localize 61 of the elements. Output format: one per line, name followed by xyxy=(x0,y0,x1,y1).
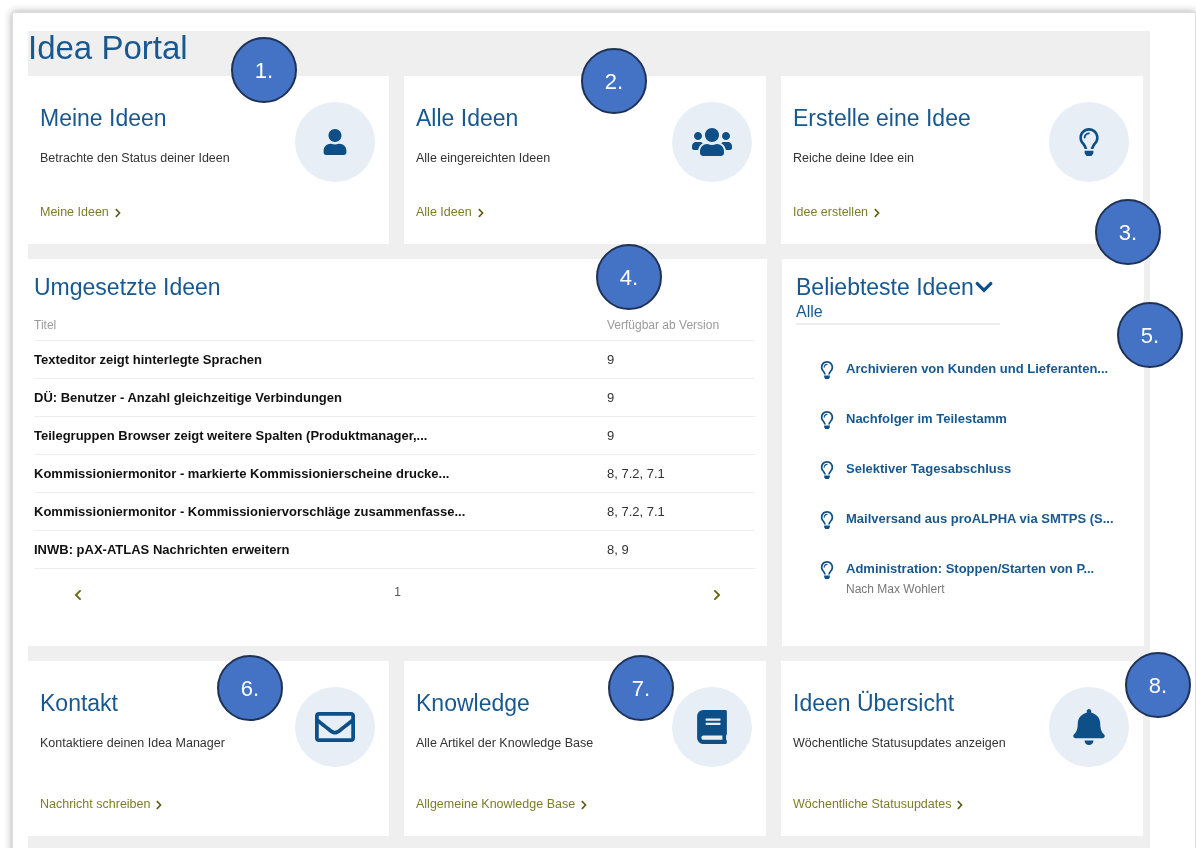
lightbulb-icon xyxy=(818,560,836,579)
card-title: Meine Ideen xyxy=(40,104,168,133)
next-page-icon[interactable] xyxy=(711,588,723,601)
chevron-right-icon xyxy=(475,207,486,218)
idea-link[interactable]: Archivieren von Kunden und Lieferanten... xyxy=(846,358,1109,379)
chevron-right-icon xyxy=(112,207,123,218)
idea-author: Nach Max Wohlert xyxy=(846,581,946,599)
version-number: 9 xyxy=(607,388,615,407)
idea-link[interactable]: Administration: Stoppen/Starten von P... xyxy=(846,558,1095,579)
idea-title: Texteditor zeigt hinterlegte Sprachen xyxy=(34,350,264,369)
panel-title: Umgesetzte Ideen xyxy=(34,273,221,302)
version-number: 9 xyxy=(607,350,615,369)
table-row[interactable]: Kommissioniermonitor - Kommissioniervorschläge zusammenfasse... 8, 7.2, 7.1 xyxy=(34,492,755,531)
user-icon xyxy=(322,129,348,155)
lightbulb-icon xyxy=(818,510,836,529)
table-row[interactable]: INWB: pAX-ATLAS Nachrichten erweitern 8, 9 xyxy=(34,530,755,569)
idea-link[interactable]: Selektiver Tagesabschluss xyxy=(846,458,1012,479)
card-link[interactable]: Allgemeine Knowledge Base xyxy=(416,795,590,814)
book-icon xyxy=(695,710,729,744)
card-description: Betrachte den Status deiner Ideen xyxy=(40,149,230,167)
card-description: Alle Artikel der Knowledge Base xyxy=(416,734,594,752)
card-title: Alle Ideen xyxy=(416,104,520,133)
card-link[interactable]: Alle Ideen xyxy=(416,203,486,222)
filter-dropdown[interactable]: Alle xyxy=(796,301,1000,325)
card-title: Kontakt xyxy=(40,689,119,718)
previous-page-icon[interactable] xyxy=(72,588,84,601)
bell-icon xyxy=(1071,709,1107,745)
column-header: Verfügbar ab Version xyxy=(607,316,720,334)
card-description: Alle eingereichten Ideen xyxy=(416,149,551,167)
version-number: 8, 9 xyxy=(607,540,629,559)
version-number: 8, 7.2, 7.1 xyxy=(607,502,665,521)
card-title: Knowledge xyxy=(416,689,531,718)
lightbulb-icon xyxy=(818,410,836,429)
table-row[interactable]: DÜ: Benutzer - Anzahl gleichzeitige Verbindungen 9 xyxy=(34,378,755,417)
panel-title: Beliebteste Ideen xyxy=(796,273,974,302)
card-title: Ideen Übersicht xyxy=(793,689,956,718)
card-title: Erstelle eine Idee xyxy=(793,104,971,133)
table-row[interactable]: Texteditor zeigt hinterlegte Sprachen 9 xyxy=(34,340,755,379)
lightbulb-icon xyxy=(818,460,836,479)
page-title: Idea Portal xyxy=(28,28,189,64)
idea-link[interactable]: Mailversand aus proALPHA via SMTPS (S... xyxy=(846,508,1114,529)
column-header: Titel xyxy=(34,316,58,334)
card-link[interactable]: Nachricht schreiben xyxy=(40,795,165,814)
version-number: 8, 7.2, 7.1 xyxy=(607,464,665,483)
table-row[interactable]: Kommissioniermonitor - markierte Kommissionierscheine drucke... 8, 7.2, 7.1 xyxy=(34,454,755,493)
version-number: 9 xyxy=(607,426,615,445)
idea-title: Teilegruppen Browser zeigt weitere Spalten (Produktmanager,... xyxy=(34,426,429,445)
card-link[interactable]: Wöchentliche Statusupdates xyxy=(793,795,966,814)
card-link[interactable]: Meine Ideen xyxy=(40,203,123,222)
card-link[interactable]: Idee erstellen xyxy=(793,203,883,222)
card-description: Kontaktiere deinen Idea Manager xyxy=(40,734,225,752)
page-number[interactable]: 1 xyxy=(394,582,401,601)
idea-title: INWB: pAX-ATLAS Nachrichten erweitern xyxy=(34,540,291,559)
table-row[interactable]: Teilegruppen Browser zeigt weitere Spalten (Produktmanager,... 9 xyxy=(34,416,755,455)
card-description: Wöchentliche Statusupdates anzeigen xyxy=(793,734,1006,752)
card-description: Reiche deine Idee ein xyxy=(793,149,915,167)
idea-title: DÜ: Benutzer - Anzahl gleichzeitige Verbindungen xyxy=(34,388,343,407)
idea-title: Kommissioniermonitor - Kommissioniervorschläge zusammenfasse... xyxy=(34,502,467,521)
idea-title: Kommissioniermonitor - markierte Kommissionierscheine drucke... xyxy=(34,464,451,483)
lightbulb-icon xyxy=(818,360,836,379)
idea-link[interactable]: Nachfolger im Teilestamm xyxy=(846,408,1007,429)
